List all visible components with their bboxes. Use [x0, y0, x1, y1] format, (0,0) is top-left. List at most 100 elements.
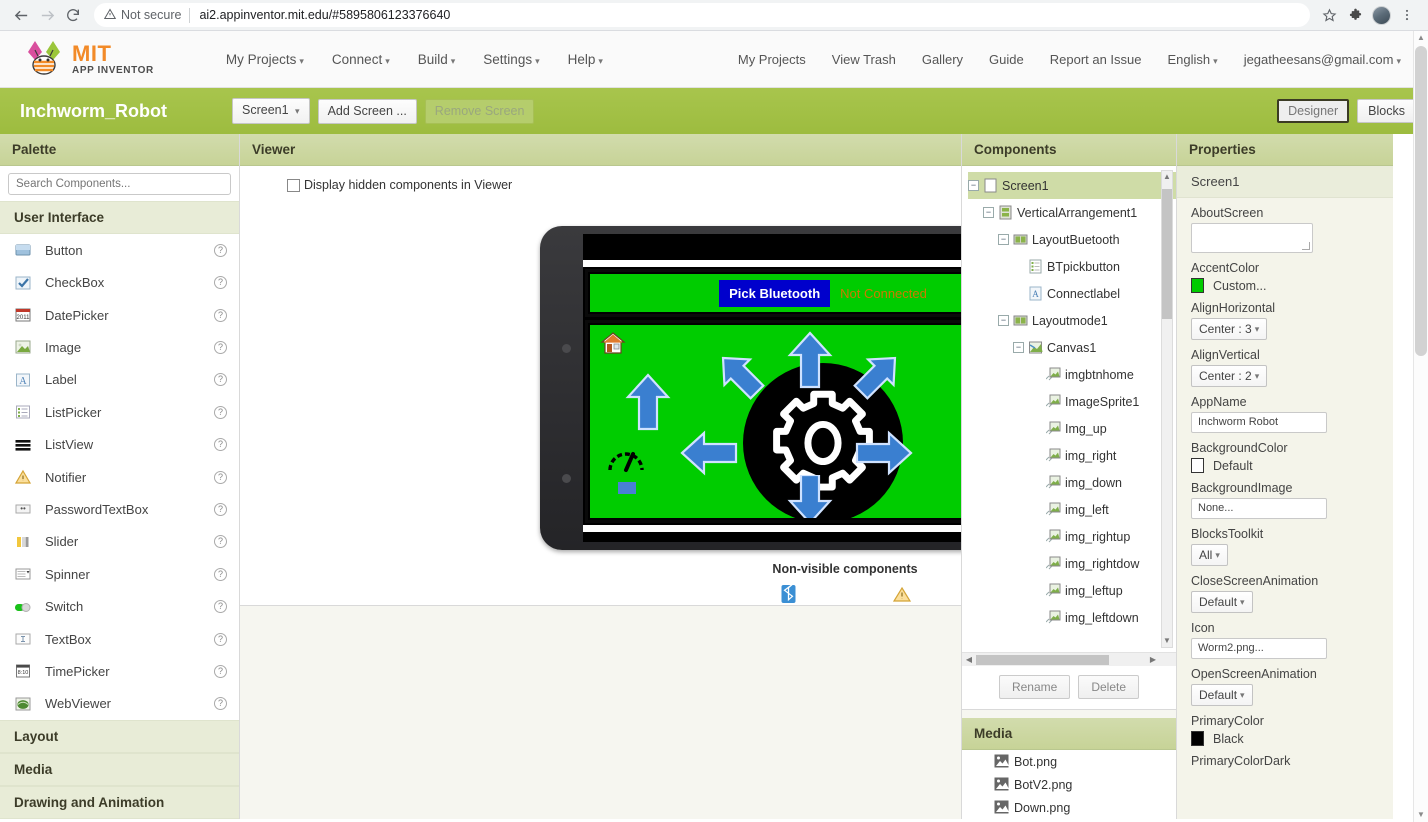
- address-bar[interactable]: Not secure ai2.appinventor.mit.edu/#5895…: [94, 3, 1310, 27]
- palette-item-timepicker[interactable]: 8:10 TimePicker ?: [0, 655, 239, 687]
- palette-item-switch[interactable]: Switch ?: [0, 590, 239, 622]
- imgbtnhome-sprite[interactable]: [600, 331, 626, 358]
- gauge-base-sprite[interactable]: [618, 482, 636, 494]
- icon-input[interactable]: Worm2.png...: [1191, 638, 1327, 659]
- help-icon[interactable]: ?: [214, 665, 227, 678]
- help-icon[interactable]: ?: [214, 373, 227, 386]
- menu-my-projects[interactable]: My Projects▾: [212, 46, 318, 73]
- screen-select[interactable]: Screen1 ▾: [232, 98, 310, 124]
- search-input[interactable]: [8, 173, 231, 195]
- help-icon[interactable]: ?: [214, 697, 227, 710]
- alignvertical-select[interactable]: Center : 2▾: [1191, 365, 1267, 387]
- link-view-trash[interactable]: View Trash: [819, 46, 909, 73]
- palette-category-drawing-and-animation[interactable]: Drawing and Animation: [0, 786, 239, 819]
- scroll-up-icon[interactable]: ▲: [1162, 171, 1172, 183]
- tree-node-img-up[interactable]: Img_up: [1046, 415, 1176, 442]
- collapse-icon[interactable]: −: [983, 207, 994, 218]
- palette-item-passwordtextbox[interactable]: •• PasswordTextBox ?: [0, 493, 239, 525]
- aboutscreen-textarea[interactable]: [1191, 223, 1313, 253]
- tree-horizontal-scrollbar[interactable]: ◀ ▶: [962, 652, 1176, 666]
- img_leftdown-sprite[interactable]: [625, 373, 671, 434]
- kebab-menu-icon[interactable]: [1394, 2, 1420, 28]
- page-scroll-up-icon[interactable]: ▲: [1414, 31, 1428, 45]
- tree-node-btpickbutton[interactable]: BTpickbutton: [1028, 253, 1176, 280]
- puzzle-icon[interactable]: [1342, 2, 1368, 28]
- img_right-sprite[interactable]: [855, 430, 913, 479]
- img_left-sprite[interactable]: [680, 430, 738, 479]
- pick-bluetooth-button[interactable]: Pick Bluetooth: [719, 280, 830, 307]
- tree-node-layoutbuetooth[interactable]: − LayoutBuetooth: [998, 226, 1176, 253]
- menu-connect[interactable]: Connect▾: [318, 46, 404, 73]
- palette-item-button[interactable]: Button ?: [0, 234, 239, 266]
- page-scrollbar[interactable]: ▲ ▼: [1413, 31, 1428, 822]
- primarycolor-picker[interactable]: Black: [1191, 731, 1379, 746]
- link-guide[interactable]: Guide: [976, 46, 1037, 73]
- palette-item-slider[interactable]: Slider ?: [0, 526, 239, 558]
- backgroundcolor-picker[interactable]: Default: [1191, 458, 1379, 473]
- tree-node-screen1[interactable]: − Screen1: [968, 172, 1176, 199]
- accentcolor-picker[interactable]: Custom...: [1191, 278, 1379, 293]
- img_up-sprite[interactable]: [787, 331, 833, 392]
- closescreenanimation-select[interactable]: Default▾: [1191, 591, 1253, 613]
- palette-category-media[interactable]: Media: [0, 753, 239, 786]
- palette-item-listview[interactable]: ListView ?: [0, 428, 239, 460]
- tree-node-img-rightup[interactable]: img_rightup: [1046, 523, 1176, 550]
- imagesprite1-gauge[interactable]: [604, 440, 648, 487]
- display-hidden-components-row[interactable]: Display hidden components in Viewer: [240, 166, 961, 192]
- remove-screen-button[interactable]: Remove Screen: [425, 99, 535, 124]
- media-item-down-png[interactable]: Down.png: [962, 796, 1176, 819]
- delete-button[interactable]: Delete: [1078, 675, 1139, 699]
- help-icon[interactable]: ?: [214, 341, 227, 354]
- tree-node-imagesprite1[interactable]: ImageSprite1: [1046, 388, 1176, 415]
- media-item-bot-png[interactable]: Bot.png: [962, 750, 1176, 773]
- link-report-an-issue[interactable]: Report an Issue: [1037, 46, 1155, 73]
- scroll-left-icon[interactable]: ◀: [962, 655, 976, 664]
- menu-build[interactable]: Build▾: [404, 46, 470, 73]
- tree-node-img-leftup[interactable]: img_leftup: [1046, 577, 1176, 604]
- collapse-icon[interactable]: −: [998, 234, 1009, 245]
- collapse-icon[interactable]: −: [998, 315, 1009, 326]
- appname-input[interactable]: Inchworm Robot: [1191, 412, 1327, 433]
- palette-item-webviewer[interactable]: WebViewer ?: [0, 688, 239, 720]
- menu-settings[interactable]: Settings▾: [469, 46, 553, 73]
- palette-category-user-interface[interactable]: User Interface: [0, 201, 239, 234]
- media-item-botv2-png[interactable]: BotV2.png: [962, 773, 1176, 796]
- tree-node-canvas1[interactable]: − Canvas1: [1013, 334, 1176, 361]
- help-icon[interactable]: ?: [214, 309, 227, 322]
- page-scroll-thumb[interactable]: [1415, 46, 1427, 356]
- tree-node-verticalarrangement1[interactable]: − VerticalArrangement1: [983, 199, 1176, 226]
- palette-item-datepicker[interactable]: 2011 DatePicker ?: [0, 299, 239, 331]
- blockstoolkit-select[interactable]: All▾: [1191, 544, 1228, 566]
- canvas1-preview[interactable]: [588, 323, 961, 520]
- help-icon[interactable]: ?: [214, 276, 227, 289]
- help-icon[interactable]: ?: [214, 600, 227, 613]
- help-icon[interactable]: ?: [214, 471, 227, 484]
- back-arrow-icon[interactable]: [8, 2, 34, 28]
- tree-node-img-down[interactable]: img_down: [1046, 469, 1176, 496]
- img_leftup-sprite[interactable]: [712, 347, 768, 406]
- help-icon[interactable]: ?: [214, 438, 227, 451]
- non-visible-item-bluetoothclient1[interactable]: BluetoothClient1: [744, 584, 832, 606]
- scroll-down-icon[interactable]: ▼: [1162, 635, 1172, 647]
- tree-node-img-leftdown[interactable]: img_leftdown: [1046, 604, 1176, 631]
- scroll-right-icon[interactable]: ▶: [1146, 655, 1160, 664]
- help-icon[interactable]: ?: [214, 244, 227, 257]
- palette-item-notifier[interactable]: Notifier ?: [0, 461, 239, 493]
- palette-item-listpicker[interactable]: ListPicker ?: [0, 396, 239, 428]
- openscreenanimation-select[interactable]: Default▾: [1191, 684, 1253, 706]
- mit-app-inventor-logo[interactable]: MIT APP INVENTOR: [22, 38, 154, 80]
- palette-item-label[interactable]: A Label ?: [0, 364, 239, 396]
- help-icon[interactable]: ?: [214, 568, 227, 581]
- tree-vertical-scrollbar[interactable]: ▲ ▼: [1161, 170, 1173, 648]
- alignhorizontal-select[interactable]: Center : 3▾: [1191, 318, 1267, 340]
- link-my-projects[interactable]: My Projects: [725, 46, 819, 73]
- help-icon[interactable]: ?: [214, 633, 227, 646]
- menu-help[interactable]: Help▾: [554, 46, 617, 73]
- link-account[interactable]: jegatheesans@gmail.com▾: [1231, 46, 1414, 73]
- palette-item-checkbox[interactable]: CheckBox ?: [0, 266, 239, 298]
- non-visible-item-notifier1[interactable]: Notifier1: [858, 584, 946, 606]
- tab-designer[interactable]: Designer: [1277, 99, 1349, 123]
- backgroundimage-input[interactable]: None...: [1191, 498, 1327, 519]
- palette-item-spinner[interactable]: Spinner ?: [0, 558, 239, 590]
- tree-node-img-left[interactable]: img_left: [1046, 496, 1176, 523]
